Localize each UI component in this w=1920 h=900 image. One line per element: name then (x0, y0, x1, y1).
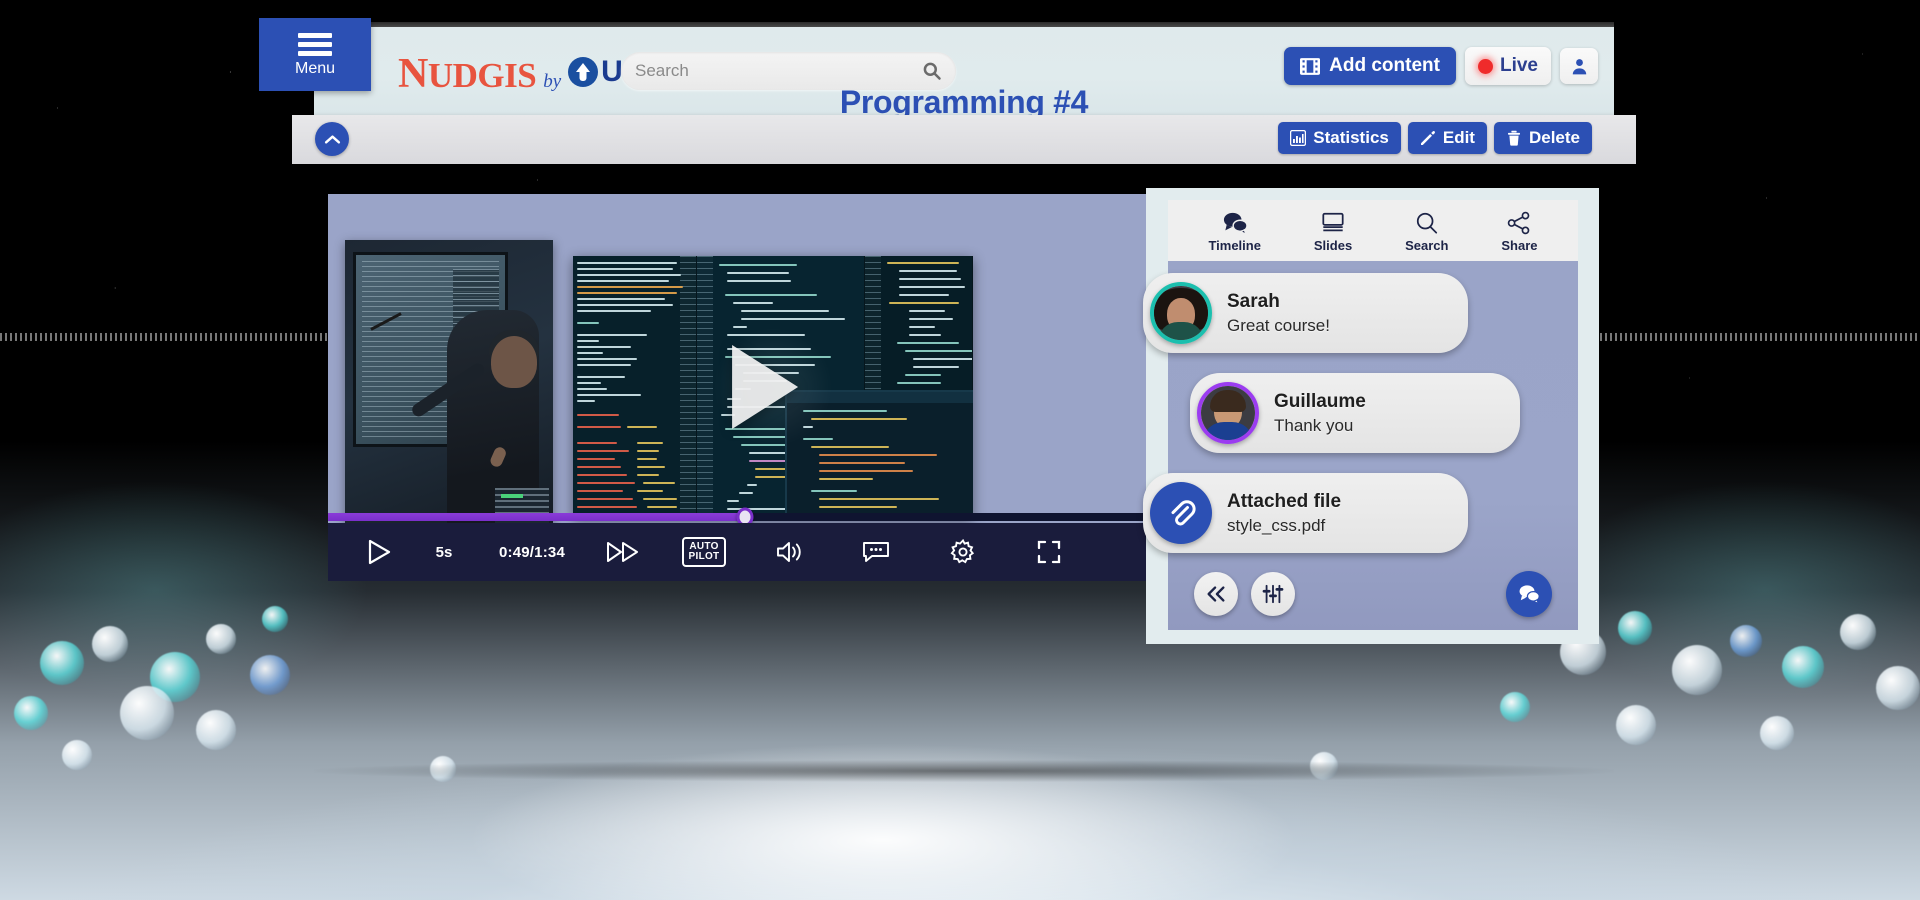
autopilot-line2: PILOT (688, 551, 720, 562)
tab-slides-label: Slides (1313, 237, 1353, 253)
content-stage: 5s 0:49/1:34 AUTO PILOT Timeline Slides … (328, 188, 1599, 644)
skip-back-button[interactable]: 5s (408, 523, 480, 581)
subtitles-button[interactable] (832, 523, 920, 581)
add-content-button[interactable]: Add content (1284, 47, 1456, 85)
collapse-header-button[interactable] (315, 122, 349, 156)
menu-button-label: Menu (294, 59, 336, 77)
film-icon (1300, 57, 1321, 75)
statistics-label: Statistics (1313, 128, 1389, 147)
action-bar: Statistics Edit Delete (292, 115, 1636, 164)
tab-share-label: Share (1501, 237, 1538, 253)
edit-label: Edit (1442, 128, 1475, 147)
search-icon (923, 62, 941, 80)
chat-bubbles-icon (1519, 585, 1540, 605)
subtitles-icon (863, 542, 889, 562)
tab-timeline[interactable]: Timeline (1208, 211, 1261, 253)
sidebar-footer (1168, 558, 1578, 630)
comment-text: Guillaume Thank you (1274, 391, 1366, 436)
slides-icon (1322, 212, 1344, 231)
play-overlay-icon[interactable] (732, 345, 799, 429)
attachment-title: Attached file (1227, 490, 1342, 512)
play-button[interactable] (350, 523, 408, 581)
attachment-card[interactable]: Attached file style_css.pdf (1143, 473, 1468, 553)
fast-forward-icon (607, 542, 638, 562)
comment-author: Sarah (1227, 290, 1280, 312)
fast-forward-button[interactable] (584, 523, 662, 581)
comment-card-sarah[interactable]: Sarah Great course! (1143, 273, 1468, 353)
collapse-sidebar-button[interactable] (1194, 572, 1238, 616)
time-display: 0:49/1:34 (498, 543, 565, 561)
avatar (1197, 382, 1259, 444)
paperclip-icon (1171, 500, 1196, 526)
video-player[interactable]: 5s 0:49/1:34 AUTO PILOT (328, 194, 1146, 581)
bar-chart-icon (1290, 130, 1307, 146)
player-controls: 5s 0:49/1:34 AUTO PILOT (328, 523, 1146, 581)
sidebar-panel: Timeline Slides Search Share Sarah Great… (1143, 188, 1599, 644)
search-icon (1416, 212, 1437, 234)
fullscreen-button[interactable] (1006, 523, 1092, 581)
trash-icon (1507, 130, 1520, 146)
comment-card-guillaume[interactable]: Guillaume Thank you (1190, 373, 1520, 453)
fullscreen-icon (1037, 540, 1061, 564)
sidebar-cards: Sarah Great course! Guillaume Thank you (1143, 261, 1578, 558)
presenter-photo (345, 240, 553, 540)
gear-icon (950, 539, 975, 564)
attachment-badge (1150, 482, 1212, 544)
header-actions: Add content Live (1284, 47, 1598, 85)
user-account-button[interactable] (1560, 48, 1598, 84)
tab-timeline-label: Timeline (1208, 237, 1261, 253)
tab-share[interactable]: Share (1501, 211, 1538, 253)
tab-search-label: Search (1405, 237, 1449, 253)
user-icon (1572, 58, 1586, 74)
chevron-up-icon (324, 134, 340, 144)
tab-slides[interactable]: Slides (1314, 211, 1352, 253)
tab-search[interactable]: Search (1405, 211, 1448, 253)
sidebar-tabs: Timeline Slides Search Share (1168, 200, 1578, 261)
comment-body: Great course! (1227, 315, 1330, 335)
live-button[interactable]: Live (1464, 47, 1551, 85)
video-progress-bar[interactable] (328, 507, 1146, 527)
delete-label: Delete (1528, 128, 1580, 147)
open-chat-button[interactable] (1506, 571, 1552, 617)
sidebar-inner: Timeline Slides Search Share Sarah Great… (1143, 200, 1578, 630)
menu-button[interactable]: Menu (259, 18, 371, 91)
avatar (1150, 282, 1212, 344)
hamburger-icon (298, 32, 332, 56)
comment-body: Thank you (1274, 415, 1354, 435)
skip-duration-label: 5s (435, 543, 453, 561)
screencast-image (573, 256, 973, 518)
statistics-button[interactable]: Statistics (1278, 122, 1401, 154)
pencil-icon (1420, 131, 1435, 145)
app-header: Menu NUDGIS by UBICAST (259, 18, 1614, 120)
app-window: Menu NUDGIS by UBICAST (259, 18, 1636, 762)
ubicast-logo-icon (568, 57, 599, 87)
volume-icon (777, 542, 801, 562)
attachment-filename: style_css.pdf (1227, 515, 1326, 535)
comment-text: Sarah Great course! (1227, 291, 1330, 336)
live-label: Live (1499, 55, 1538, 76)
live-indicator-icon (1477, 58, 1493, 74)
chat-bubbles-icon (1223, 212, 1248, 235)
share-icon (1508, 211, 1530, 234)
window-titlebar (314, 22, 1614, 27)
play-icon (368, 539, 391, 565)
autopilot-button[interactable]: AUTO PILOT (662, 523, 746, 581)
action-bar-buttons: Statistics Edit Delete (1278, 122, 1592, 154)
add-content-label: Add content (1329, 55, 1440, 76)
settings-button[interactable] (920, 523, 1006, 581)
video-progress-fill (328, 513, 746, 521)
window-drop-shadow (314, 760, 1614, 782)
edit-button[interactable]: Edit (1407, 122, 1487, 154)
attachment-text: Attached file style_css.pdf (1227, 491, 1341, 536)
autopilot-badge: AUTO PILOT (681, 537, 727, 567)
sliders-icon (1262, 584, 1284, 604)
comment-author: Guillaume (1274, 390, 1366, 412)
filter-settings-button[interactable] (1251, 572, 1295, 616)
double-chevron-left-icon (1207, 586, 1225, 602)
delete-button[interactable]: Delete (1493, 122, 1592, 154)
search-input[interactable] (635, 61, 922, 81)
volume-button[interactable] (746, 523, 832, 581)
